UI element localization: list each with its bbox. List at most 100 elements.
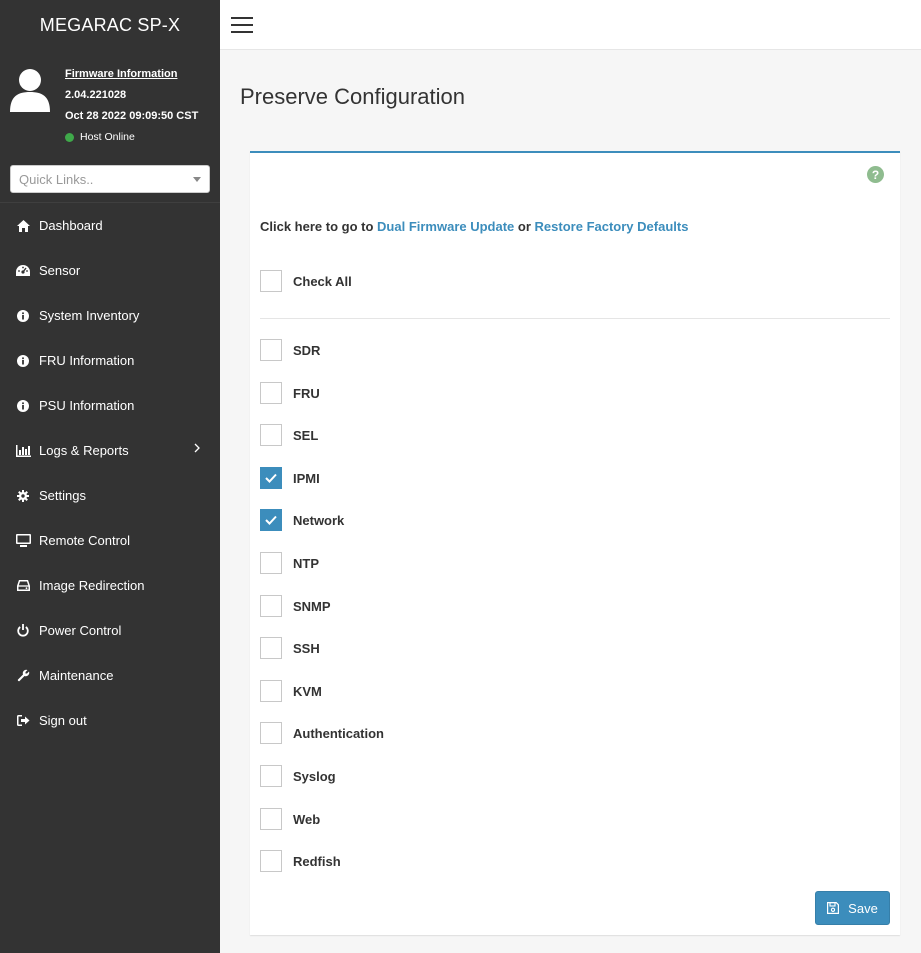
sign-out-icon	[15, 714, 31, 728]
sidebar-item-sensor[interactable]: Sensor	[0, 248, 220, 293]
config-item-label: SDR	[293, 342, 321, 358]
quick-links-select[interactable]: Quick Links..	[10, 165, 210, 193]
firmware-version: 2.04.221028	[65, 89, 127, 101]
config-item-web: Web	[260, 808, 320, 830]
sidebar-item-logs-reports[interactable]: Logs & Reports	[0, 428, 220, 473]
info-icon	[15, 399, 31, 413]
sel-checkbox[interactable]	[260, 424, 282, 446]
sidebar-item-image-redirection[interactable]: Image Redirection	[0, 563, 220, 608]
config-item-sel: SEL	[260, 424, 318, 446]
intro-text: Click here to go to Dual Firmware Update…	[260, 219, 688, 234]
monitor-icon	[15, 534, 31, 548]
check-all-checkbox[interactable]	[260, 270, 282, 292]
firmware-date: Oct 28 2022 09:09:50 CST	[65, 110, 199, 122]
quick-links-container: Quick Links..	[0, 150, 220, 203]
web-checkbox[interactable]	[260, 808, 282, 830]
host-status: Host Online	[65, 127, 198, 148]
config-item-label: Syslog	[293, 768, 336, 784]
config-item-fru: FRU	[260, 382, 320, 404]
sidebar-item-psu-information[interactable]: PSU Information	[0, 383, 220, 428]
sidebar-item-remote-control[interactable]: Remote Control	[0, 518, 220, 563]
sidebar-item-label: Maintenance	[39, 668, 114, 683]
top-header	[220, 0, 921, 50]
floppy-disk-icon	[827, 902, 840, 914]
sidebar-item-label: Sensor	[39, 263, 81, 278]
brand-logo[interactable]: MEGARAC SP-X	[0, 0, 220, 50]
sidebar-nav: Dashboard Sensor System Inventory FRU In…	[0, 203, 220, 743]
config-item-label: NTP	[293, 555, 319, 571]
preserve-config-panel: ? Click here to go to Dual Firmware Upda…	[250, 151, 900, 935]
sidebar-item-label: FRU Information	[39, 353, 135, 368]
kvm-checkbox[interactable]	[260, 680, 282, 702]
power-icon	[15, 624, 31, 638]
config-item-label: Authentication	[293, 725, 384, 741]
checkmark-icon	[265, 515, 277, 525]
sidebar-item-system-inventory[interactable]: System Inventory	[0, 293, 220, 338]
page-title: Preserve Configuration	[240, 84, 466, 109]
config-item-sdr: SDR	[260, 339, 320, 361]
config-item-kvm: KVM	[260, 680, 322, 702]
network-checkbox[interactable]	[260, 509, 282, 531]
dual-firmware-update-link[interactable]: Dual Firmware Update	[377, 219, 514, 234]
fru-checkbox[interactable]	[260, 382, 282, 404]
status-dot-icon	[65, 133, 74, 142]
firmware-information-link[interactable]: Firmware Information	[65, 64, 198, 85]
intro-prefix: Click here to go to	[260, 219, 374, 234]
check-all-row: Check All	[260, 270, 352, 292]
chevron-down-icon	[193, 176, 201, 182]
config-item-redfish: Redfish	[260, 850, 341, 872]
sdr-checkbox[interactable]	[260, 339, 282, 361]
home-icon	[15, 219, 31, 233]
bar-chart-icon	[15, 444, 31, 458]
authentication-checkbox[interactable]	[260, 722, 282, 744]
ssh-checkbox[interactable]	[260, 637, 282, 659]
user-avatar-icon	[10, 69, 50, 112]
sidebar-item-label: Dashboard	[39, 218, 103, 233]
drive-icon	[15, 579, 31, 593]
firmware-info: Firmware Information 2.04.221028 Oct 28 …	[65, 64, 198, 148]
config-item-label: KVM	[293, 683, 322, 699]
sidebar-item-label: Sign out	[39, 713, 87, 728]
menu-toggle-icon[interactable]	[231, 17, 253, 33]
config-item-label: SSH	[293, 640, 320, 656]
syslog-checkbox[interactable]	[260, 765, 282, 787]
info-icon	[15, 309, 31, 323]
save-button[interactable]: Save	[815, 891, 890, 925]
sidebar-item-label: PSU Information	[39, 398, 135, 413]
config-item-network: Network	[260, 509, 344, 531]
sidebar-item-label: Settings	[39, 488, 86, 503]
config-item-label: Redfish	[293, 853, 341, 869]
quick-links-placeholder: Quick Links..	[19, 171, 94, 187]
snmp-checkbox[interactable]	[260, 595, 282, 617]
sidebar-item-label: Power Control	[39, 623, 122, 638]
check-all-label: Check All	[293, 273, 352, 289]
redfish-checkbox[interactable]	[260, 850, 282, 872]
config-item-ipmi: IPMI	[260, 467, 320, 489]
config-item-label: SNMP	[293, 598, 331, 614]
config-item-label: IPMI	[293, 470, 320, 486]
sidebar-item-power-control[interactable]: Power Control	[0, 608, 220, 653]
checkmark-icon	[265, 473, 277, 483]
sidebar-item-maintenance[interactable]: Maintenance	[0, 653, 220, 698]
sidebar: MEGARAC SP-X Firmware Information 2.04.2…	[0, 0, 220, 953]
ipmi-checkbox[interactable]	[260, 467, 282, 489]
wrench-icon	[15, 669, 31, 683]
sidebar-item-label: Logs & Reports	[39, 443, 129, 458]
gear-icon	[15, 489, 31, 503]
config-item-snmp: SNMP	[260, 595, 331, 617]
config-item-label: Web	[293, 811, 321, 827]
config-item-label: FRU	[293, 385, 320, 401]
sidebar-item-label: System Inventory	[39, 308, 140, 323]
help-icon[interactable]: ?	[867, 166, 884, 183]
sidebar-item-settings[interactable]: Settings	[0, 473, 220, 518]
info-icon	[15, 354, 31, 368]
chevron-right-icon	[194, 443, 200, 453]
sidebar-item-sign-out[interactable]: Sign out	[0, 698, 220, 743]
divider	[260, 318, 890, 319]
gauge-icon	[15, 264, 31, 278]
restore-factory-defaults-link[interactable]: Restore Factory Defaults	[535, 219, 689, 234]
intro-or: or	[517, 219, 531, 234]
sidebar-item-dashboard[interactable]: Dashboard	[0, 203, 220, 248]
sidebar-item-fru-information[interactable]: FRU Information	[0, 338, 220, 383]
ntp-checkbox[interactable]	[260, 552, 282, 574]
